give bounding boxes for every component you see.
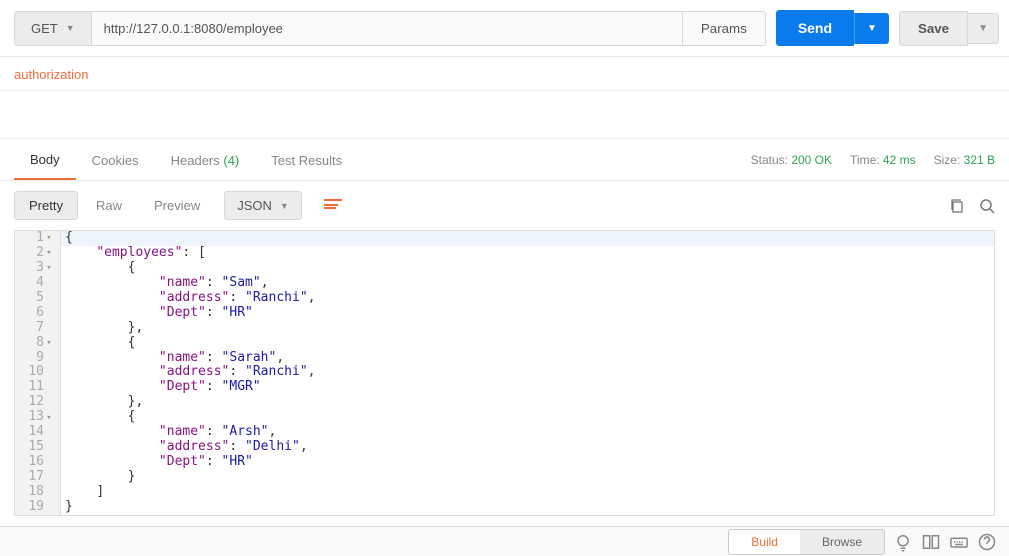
response-body-viewer[interactable]: 1▾{2▾ "employees": [3▾ {4 "name": "Sam",… bbox=[14, 230, 995, 516]
time-label: Time: bbox=[850, 153, 880, 167]
wrap-icon bbox=[324, 197, 342, 211]
tab-headers-label: Headers bbox=[171, 153, 220, 168]
format-pretty-button[interactable]: Pretty bbox=[14, 191, 78, 220]
response-status: Status: 200 OK Time: 42 ms Size: 321 B bbox=[751, 153, 995, 167]
params-button[interactable]: Params bbox=[683, 11, 766, 46]
help-icon[interactable] bbox=[977, 532, 997, 552]
request-subheader: authorization bbox=[0, 57, 1009, 91]
code-line: 5 "address": "Ranchi", bbox=[15, 291, 994, 306]
send-button[interactable]: Send bbox=[776, 10, 854, 46]
save-button[interactable]: Save bbox=[899, 11, 968, 46]
tab-test-results[interactable]: Test Results bbox=[255, 141, 358, 179]
code-line: 18 ] bbox=[15, 485, 994, 500]
code-line: 1▾{ bbox=[15, 231, 994, 246]
status-label: Status: bbox=[751, 153, 788, 167]
code-line: 15 "address": "Delhi", bbox=[15, 440, 994, 455]
code-line: 4 "name": "Sam", bbox=[15, 276, 994, 291]
chevron-down-icon: ▼ bbox=[66, 23, 75, 33]
size-label: Size: bbox=[934, 153, 961, 167]
code-line: 9 "name": "Sarah", bbox=[15, 351, 994, 366]
chevron-down-icon: ▼ bbox=[280, 201, 289, 211]
browse-tab-button[interactable]: Browse bbox=[800, 530, 884, 554]
wrap-lines-button[interactable] bbox=[316, 191, 350, 220]
response-tabs: Body Cookies Headers (4) Test Results St… bbox=[0, 139, 1009, 181]
http-method-select[interactable]: GET ▼ bbox=[14, 11, 92, 46]
code-line: 11 "Dept": "MGR" bbox=[15, 380, 994, 395]
request-body-area bbox=[0, 91, 1009, 139]
code-line: 19} bbox=[15, 500, 994, 515]
panels-icon[interactable] bbox=[921, 532, 941, 552]
code-line: 2▾ "employees": [ bbox=[15, 246, 994, 261]
build-tab-button[interactable]: Build bbox=[729, 530, 800, 554]
save-dropdown-button[interactable]: ▼ bbox=[968, 13, 999, 44]
format-raw-button[interactable]: Raw bbox=[82, 192, 136, 219]
search-icon[interactable] bbox=[979, 198, 995, 214]
keyboard-icon[interactable] bbox=[949, 532, 969, 552]
size-value: 321 B bbox=[964, 153, 995, 167]
tab-headers[interactable]: Headers (4) bbox=[155, 141, 256, 179]
authorization-tab[interactable]: authorization bbox=[14, 67, 88, 82]
send-dropdown-button[interactable]: ▼ bbox=[854, 13, 889, 44]
footer-bar: Build Browse bbox=[0, 526, 1009, 556]
tab-cookies[interactable]: Cookies bbox=[76, 141, 155, 179]
copy-icon[interactable] bbox=[949, 198, 965, 214]
headers-count: (4) bbox=[223, 153, 239, 168]
code-line: 7 }, bbox=[15, 321, 994, 336]
code-line: 12 }, bbox=[15, 395, 994, 410]
code-line: 10 "address": "Ranchi", bbox=[15, 365, 994, 380]
code-line: 14 "name": "Arsh", bbox=[15, 425, 994, 440]
code-line: 6 "Dept": "HR" bbox=[15, 306, 994, 321]
time-value: 42 ms bbox=[883, 153, 916, 167]
code-line: 16 "Dept": "HR" bbox=[15, 455, 994, 470]
format-preview-button[interactable]: Preview bbox=[140, 192, 214, 219]
url-input[interactable] bbox=[92, 11, 683, 46]
format-type-value: JSON bbox=[237, 198, 272, 213]
code-line: 8▾ { bbox=[15, 336, 994, 351]
build-browse-toggle: Build Browse bbox=[728, 529, 885, 555]
request-bar: GET ▼ Params Send ▼ Save ▼ bbox=[0, 0, 1009, 57]
http-method-value: GET bbox=[31, 21, 58, 36]
tab-body[interactable]: Body bbox=[14, 140, 76, 180]
code-line: 13▾ { bbox=[15, 410, 994, 425]
format-type-select[interactable]: JSON ▼ bbox=[224, 191, 302, 220]
code-line: 17 } bbox=[15, 470, 994, 485]
status-value: 200 OK bbox=[791, 153, 832, 167]
format-bar: Pretty Raw Preview JSON ▼ bbox=[0, 181, 1009, 230]
code-line: 3▾ { bbox=[15, 261, 994, 276]
bulb-icon[interactable] bbox=[893, 532, 913, 552]
